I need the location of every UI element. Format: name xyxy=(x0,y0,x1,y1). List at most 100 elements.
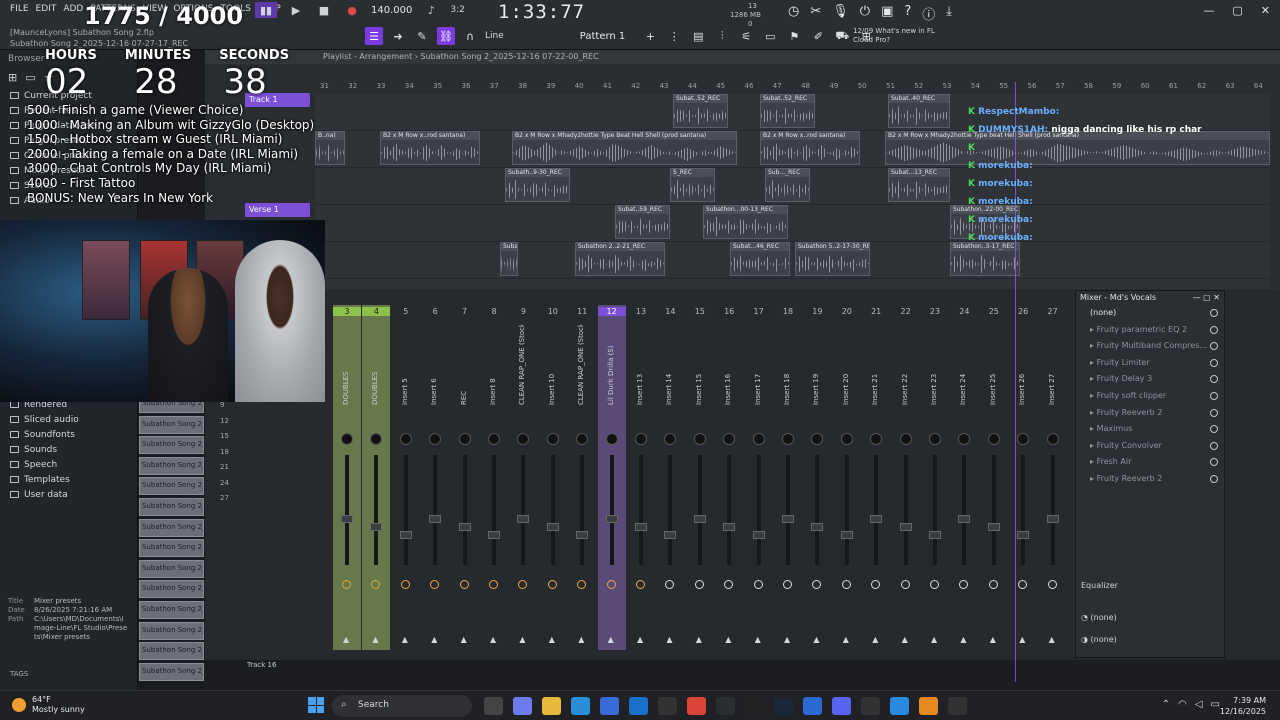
route-knob[interactable] xyxy=(959,580,969,589)
route-knob[interactable] xyxy=(400,580,410,589)
volume-fader-track[interactable] xyxy=(815,455,820,565)
pan-knob[interactable] xyxy=(370,433,383,445)
audio-clip[interactable]: Subathon...00-13_REC xyxy=(703,205,788,239)
send-arrow-icon[interactable]: ▲ xyxy=(637,635,643,644)
store-icon[interactable] xyxy=(600,697,619,715)
volume-fader-cap[interactable] xyxy=(929,531,941,539)
volume-fader-cap[interactable] xyxy=(546,523,559,531)
volume-fader-cap[interactable] xyxy=(752,531,765,539)
route-knob[interactable] xyxy=(812,580,822,589)
pan-knob[interactable] xyxy=(546,433,559,445)
pattern-clip[interactable]: Subathon Song 2_20 xyxy=(139,642,204,661)
mixer-strip[interactable]: 18 Insert 18 ▲ xyxy=(774,305,802,650)
mix-knob-icon[interactable] xyxy=(1210,408,1218,417)
playlist-view-icon[interactable]: ☰ xyxy=(365,27,383,45)
mixer-strip[interactable]: 9 CLEAN RAP_ONE (Stock) ▲ xyxy=(509,305,537,650)
volume-fader-cap[interactable] xyxy=(370,523,383,531)
audio-clip[interactable]: 5_REC xyxy=(670,168,715,202)
volume-fader-track[interactable] xyxy=(727,455,732,565)
mixer-strip[interactable]: 25 Insert 25 ▲ xyxy=(980,305,1008,650)
pan-knob[interactable] xyxy=(693,433,706,445)
mixer-strip[interactable]: 13 Insert 13 ▲ xyxy=(627,305,655,650)
mix-knob-icon[interactable] xyxy=(1210,441,1218,450)
add-pattern-icon[interactable]: + xyxy=(641,27,659,45)
news-panel[interactable]: 12/09 What's new in FL Cloud Pro? xyxy=(853,27,935,45)
tools-icon[interactable]: ✂ xyxy=(810,4,821,23)
clock-icon[interactable]: ◷ xyxy=(788,4,799,23)
mix-knob-icon[interactable] xyxy=(1210,375,1218,384)
link-icon[interactable]: ⛓ xyxy=(437,27,455,45)
menu-add[interactable]: ADD xyxy=(63,4,83,14)
pan-knob[interactable] xyxy=(341,433,353,445)
volume-fader-track[interactable] xyxy=(345,455,349,565)
mixer-strip[interactable]: 11 CLEAN RAP_ONE (Stock) ▲ xyxy=(568,305,596,650)
pan-knob[interactable] xyxy=(429,433,442,445)
route-knob[interactable] xyxy=(724,580,734,589)
browser-item[interactable]: Sliced audio xyxy=(0,412,138,427)
send-arrow-icon[interactable]: ▲ xyxy=(431,635,437,644)
mixer-strip[interactable]: 21 Insert 21 ▲ xyxy=(862,305,890,650)
volume-fader-track[interactable] xyxy=(1021,455,1026,565)
mixer-strip[interactable]: 4 DOUBLES ▲ xyxy=(362,305,391,650)
pen-icon[interactable]: ✐ xyxy=(809,27,827,45)
pan-knob[interactable] xyxy=(488,433,500,445)
pattern-clip[interactable]: Subathon Song 2_20 xyxy=(139,518,204,537)
audio-clip[interactable]: Subat..40_REC xyxy=(888,94,950,128)
song-position[interactable]: 1:33:77 xyxy=(498,1,585,23)
info-icon[interactable]: ⓘ xyxy=(922,4,935,23)
mixer-strip[interactable]: 27 Insert 27 ▲ xyxy=(1039,305,1067,650)
pan-knob[interactable] xyxy=(723,433,736,445)
pattern-clip[interactable]: Subathon Song 2_20 xyxy=(139,477,204,496)
volume-fader-cap[interactable] xyxy=(1046,515,1059,523)
volume-fader-track[interactable] xyxy=(874,455,879,565)
audio-clip[interactable]: Subat..52_REC xyxy=(673,94,728,128)
insert-slot[interactable]: ▸ Fruity soft clipper xyxy=(1076,388,1224,405)
save-icon[interactable]: ▣ xyxy=(881,4,893,23)
pattern-clip[interactable]: Subathon Song 2_20 xyxy=(139,559,204,578)
mixer-strip[interactable]: 19 Insert 19 ▲ xyxy=(803,305,831,650)
route-knob[interactable] xyxy=(518,580,528,589)
route-knob[interactable] xyxy=(871,580,881,589)
volume-fader-track[interactable] xyxy=(462,455,467,565)
pan-knob[interactable] xyxy=(458,433,471,445)
volume-fader-track[interactable] xyxy=(492,455,496,565)
pan-knob[interactable] xyxy=(811,433,824,445)
volume-fader-track[interactable] xyxy=(786,455,790,565)
discord-icon[interactable] xyxy=(832,697,851,715)
mixer-strip[interactable]: 8 Insert 8 ▲ xyxy=(480,305,508,650)
pattern-clip[interactable]: Subathon Song 2_20 xyxy=(139,415,204,434)
taskbar-search[interactable]: ⌕ Search xyxy=(332,695,472,717)
copilot-icon[interactable] xyxy=(513,697,532,715)
route-knob[interactable] xyxy=(988,580,998,589)
route-knob[interactable] xyxy=(930,580,939,589)
pattern-song-toggle[interactable]: ▮▮ xyxy=(255,2,277,18)
volume-fader-cap[interactable] xyxy=(635,523,647,531)
volume-fader-cap[interactable] xyxy=(782,515,794,523)
steam-icon[interactable] xyxy=(774,697,793,715)
send-arrow-icon[interactable]: ▲ xyxy=(1019,635,1025,644)
mix-knob-icon[interactable] xyxy=(1210,425,1218,434)
mixer-strip[interactable]: 7 REC ▲ xyxy=(451,305,479,650)
send-arrow-icon[interactable]: ▲ xyxy=(608,635,614,644)
pattern-clip[interactable]: Subathon Song 2_20 xyxy=(139,539,204,558)
audio-clip[interactable]: B2 x M Row x Mhady2hottie Type Beat Hell… xyxy=(512,131,737,165)
send-arrow-icon[interactable]: ▲ xyxy=(549,635,555,644)
insert-slot[interactable]: ▸ Fruity Convolver xyxy=(1076,438,1224,455)
send-arrow-icon[interactable]: ▲ xyxy=(960,635,966,644)
chevron-up-icon[interactable]: ⌃ xyxy=(1162,699,1170,710)
mixer-strip[interactable]: 15 Insert 15 ▲ xyxy=(686,305,714,650)
send-arrow-icon[interactable]: ▲ xyxy=(990,635,996,644)
pan-knob[interactable] xyxy=(605,433,618,445)
insert-slot[interactable]: ▸ Fruity Delay 3 xyxy=(1076,371,1224,388)
volume-fader-track[interactable] xyxy=(580,455,585,565)
menu-edit[interactable]: EDIT xyxy=(36,4,57,14)
volume-fader-cap[interactable] xyxy=(488,531,500,539)
send-arrow-icon[interactable]: ▲ xyxy=(461,635,467,644)
volume-fader-track[interactable] xyxy=(933,455,937,565)
taskview-icon[interactable] xyxy=(484,697,503,715)
audio-clip[interactable]: Subat..59_REC xyxy=(615,205,670,239)
pan-knob[interactable] xyxy=(870,433,883,445)
step-seq-icon[interactable]: ⋮ xyxy=(665,27,683,45)
volume-fader-track[interactable] xyxy=(433,455,438,565)
epic-icon[interactable] xyxy=(861,697,880,715)
